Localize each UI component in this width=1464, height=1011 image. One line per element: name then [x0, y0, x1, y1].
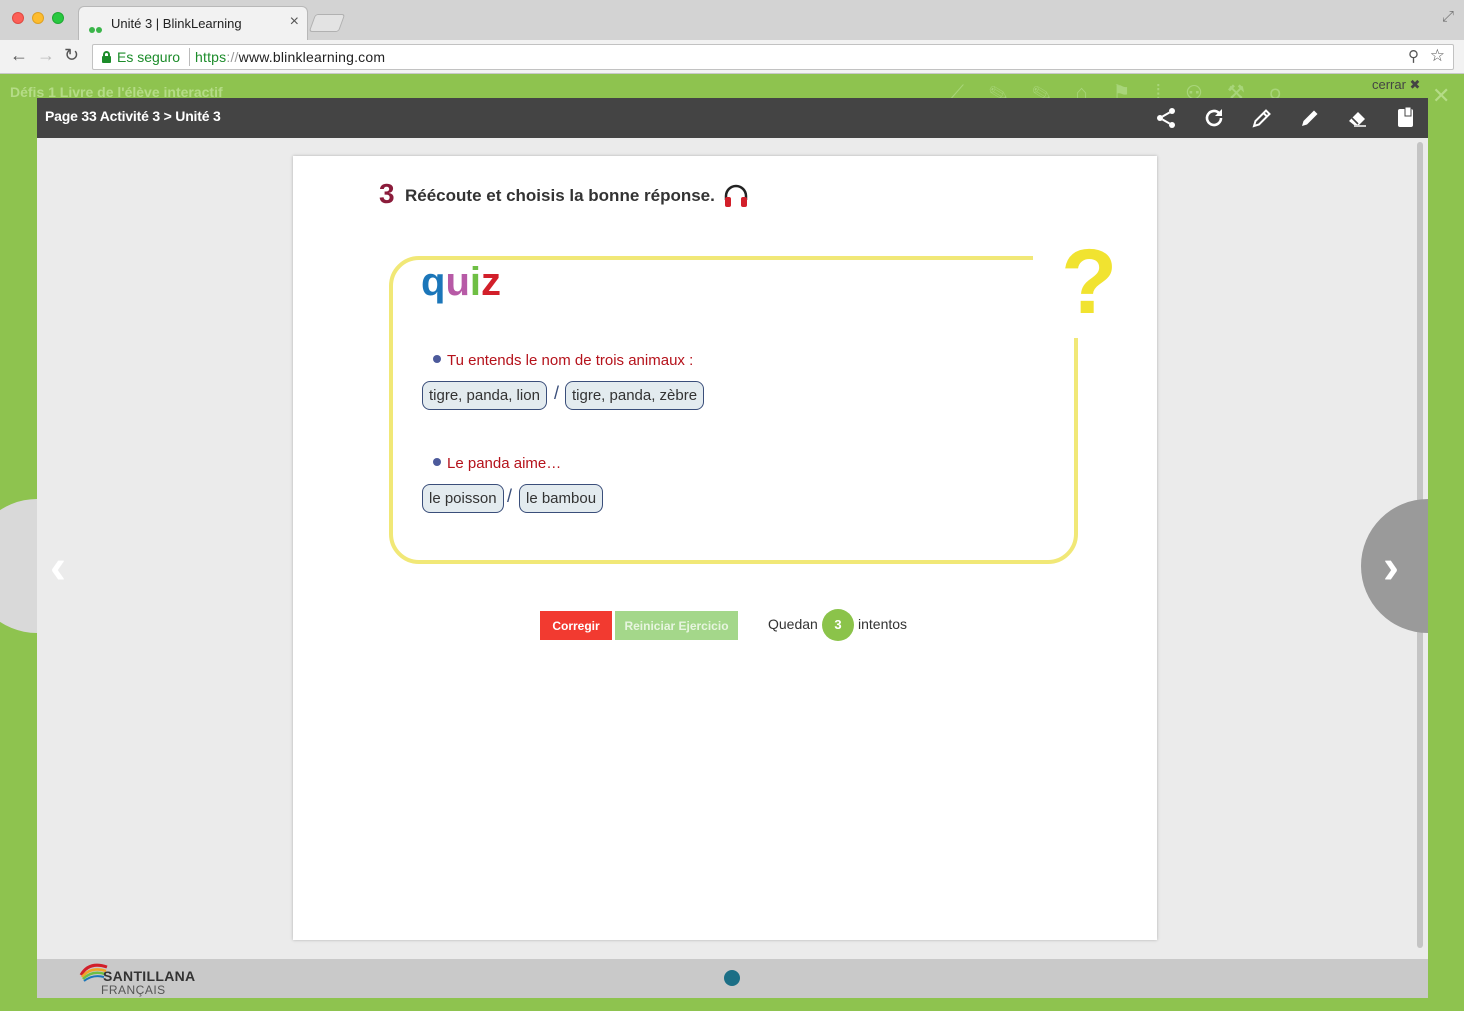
zoom-icon[interactable]: ⚲ — [1408, 47, 1419, 65]
url-divider — [189, 48, 190, 66]
background-close-icon: ✕ — [1432, 83, 1451, 108]
modal-header: Page 33 Activité 3 > Unité 3 — [37, 98, 1428, 138]
url-text: https://www.blinklearning.com — [195, 49, 385, 65]
tab-close-icon[interactable]: × — [290, 13, 299, 31]
option-tigre-panda-lion[interactable]: tigre, panda, lion — [422, 381, 547, 410]
brand-subtitle: FRANÇAIS — [101, 983, 166, 997]
activity-instruction: Réécoute et choisis la bonne réponse. — [405, 186, 715, 205]
activity-modal: Page 33 Activité 3 > Unité 3 3 Réécoute … — [37, 98, 1428, 998]
favicon-icon — [89, 20, 103, 38]
lock-icon — [102, 51, 111, 63]
reload-icon[interactable] — [1202, 106, 1226, 130]
forward-icon[interactable]: → — [37, 45, 55, 66]
option-separator: / — [507, 486, 513, 506]
modal-title: Page 33 Activité 3 > Unité 3 — [45, 108, 221, 124]
fullscreen-icon[interactable]: ⤢ — [1442, 8, 1454, 25]
option-le-poisson[interactable]: le poisson — [422, 484, 504, 513]
secure-label: Es seguro — [117, 49, 181, 65]
url-slashes: :// — [226, 49, 239, 65]
back-icon[interactable]: ← — [10, 45, 28, 66]
page-indicator-dot[interactable] — [724, 970, 740, 986]
modal-footer: SANTILLANA FRANÇAIS — [37, 959, 1428, 998]
tab-title: Unité 3 | BlinkLearning — [111, 16, 242, 31]
bullet-icon — [433, 355, 441, 363]
pencil-icon[interactable] — [1298, 106, 1322, 130]
window-minimize-button[interactable] — [32, 12, 44, 24]
quiz-letter: z — [481, 260, 501, 304]
quiz-letter: q — [421, 260, 446, 304]
corregir-button[interactable]: Corregir — [540, 611, 612, 640]
new-tab-button[interactable] — [308, 14, 346, 32]
browser-toolbar: ← → ↻ Es seguro https://www.blinklearnin… — [0, 40, 1464, 74]
attempts-count-badge: 3 — [822, 609, 854, 641]
option-separator: / — [554, 383, 560, 403]
chevron-right-icon[interactable]: › — [1383, 540, 1399, 595]
url-bar[interactable]: Es seguro https://www.blinklearning.com … — [92, 44, 1454, 70]
question-2-text: Le panda aime… — [447, 455, 562, 472]
quiz-heading: quiz — [421, 260, 501, 305]
url-host: www.blinklearning.com — [238, 49, 386, 65]
reload-page-icon[interactable]: ↻ — [64, 45, 79, 66]
bookmark-star-icon[interactable]: ☆ — [1430, 46, 1445, 66]
attempts-suffix: intentos — [858, 616, 908, 632]
close-viewer-button[interactable]: cerrar ✖ — [1372, 77, 1420, 93]
question-2: Le panda aime… — [433, 455, 561, 472]
pencil-outline-icon[interactable] — [1250, 106, 1274, 130]
browser-tab-bar: Unité 3 | BlinkLearning × ⤢ — [0, 0, 1464, 40]
background-edge — [1428, 494, 1464, 634]
question-1: Tu entends le nom de trois animaux : — [433, 352, 693, 369]
question-mark-decoration: ? — [1061, 231, 1118, 333]
eraser-icon[interactable] — [1346, 106, 1370, 130]
attempts-prefix: Quedan — [768, 616, 818, 632]
notes-icon[interactable] — [1394, 106, 1418, 130]
window-zoom-button[interactable] — [52, 12, 64, 24]
window-close-button[interactable] — [12, 12, 24, 24]
quiz-letter: i — [469, 260, 481, 304]
option-tigre-panda-zebre[interactable]: tigre, panda, zèbre — [565, 381, 705, 410]
question-1-text: Tu entends le nom de trois animaux : — [447, 352, 694, 369]
chevron-left-icon[interactable]: ‹ — [50, 540, 66, 595]
url-scheme: https — [195, 49, 227, 65]
quiz-letter: u — [445, 260, 470, 304]
browser-tab[interactable]: Unité 3 | BlinkLearning × — [78, 6, 308, 40]
share-icon[interactable] — [1154, 106, 1178, 130]
bullet-icon — [433, 458, 441, 466]
activity-page: 3 Réécoute et choisis la bonne réponse. … — [293, 156, 1157, 940]
brand-name: SANTILLANA — [103, 968, 196, 984]
activity-number: 3 — [379, 178, 395, 209]
headphones-icon[interactable] — [723, 184, 749, 208]
option-le-bambou[interactable]: le bambou — [519, 484, 604, 513]
reiniciar-button[interactable]: Reiniciar Ejercicio — [615, 611, 738, 640]
